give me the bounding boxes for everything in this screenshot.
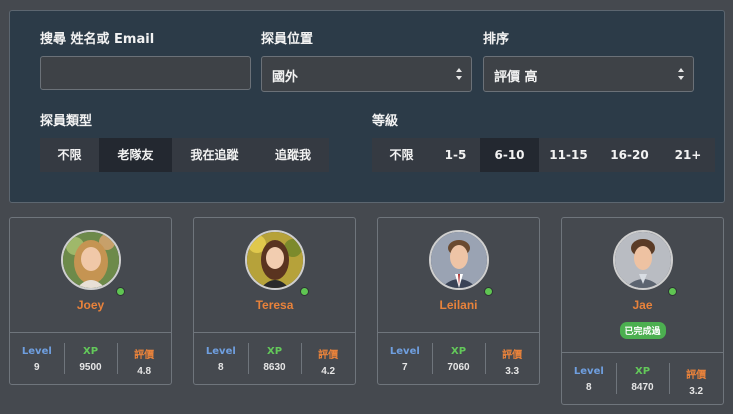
sort-select[interactable]: 評價 高 [483, 56, 694, 92]
xp-value: 8470 [631, 382, 654, 393]
level-option[interactable]: 1-5 [431, 138, 480, 172]
agent-type-option[interactable]: 老隊友 [99, 138, 172, 172]
xp-label: XP [82, 346, 99, 357]
location-label: 探員位置 [261, 32, 314, 47]
agent-stats: Level 9 XP 9500 評價 4.8 [10, 332, 171, 384]
online-status-icon [484, 287, 493, 296]
level-segmented: 不限 1-5 6-10 11-15 16-20 21+ [372, 138, 715, 172]
sort-select-value: 評價 高 [494, 70, 538, 85]
level-value: 7 [402, 362, 408, 373]
select-arrows-icon [678, 68, 684, 80]
agent-stats: Level 8 XP 8470 評價 3.2 [562, 352, 723, 404]
level-label: Level [205, 346, 236, 357]
level-option[interactable]: 16-20 [598, 138, 661, 172]
avatar [61, 230, 121, 290]
search-input[interactable] [40, 56, 251, 90]
level-label: Level [21, 346, 52, 357]
agent-name: Leilani [439, 298, 478, 312]
xp-value: 9500 [79, 362, 102, 373]
online-status-icon [668, 287, 677, 296]
level-label: 等級 [372, 114, 399, 129]
level-value: 8 [218, 362, 224, 373]
rating-value: 4.8 [137, 366, 152, 377]
rating-value: 3.2 [689, 386, 704, 397]
level-label: Level [573, 366, 604, 377]
location-select-value: 國外 [272, 70, 299, 85]
level-option[interactable]: 6-10 [480, 138, 539, 172]
completed-badge: 已完成過 [619, 322, 666, 339]
level-label: Level [389, 346, 420, 357]
location-select[interactable]: 國外 [261, 56, 472, 92]
agent-type-option[interactable]: 不限 [40, 138, 99, 172]
search-label: 搜尋 姓名或 Email [40, 32, 155, 47]
avatar [245, 230, 305, 290]
xp-label: XP [634, 366, 651, 377]
xp-value: 7060 [447, 362, 470, 373]
filter-panel: 搜尋 姓名或 Email 探員位置 國外 排序 評價 高 探員類型 不限 老隊友… [9, 10, 725, 203]
level-option[interactable]: 不限 [372, 138, 431, 172]
agent-name: Joey [76, 298, 105, 312]
xp-value: 8630 [263, 362, 286, 373]
agent-card[interactable]: Jae 已完成過 Level 8 XP 8470 評價 3.2 [561, 217, 724, 405]
agent-type-option[interactable]: 我在追蹤 [172, 138, 257, 172]
level-option[interactable]: 21+ [661, 138, 715, 172]
rating-label: 評價 [686, 370, 707, 381]
xp-label: XP [266, 346, 283, 357]
agent-type-segmented: 不限 老隊友 我在追蹤 追蹤我 [40, 138, 329, 172]
agent-stats: Level 8 XP 8630 評價 4.2 [194, 332, 355, 384]
agent-type-label: 探員類型 [40, 114, 93, 129]
rating-label: 評價 [134, 350, 155, 361]
online-status-icon [116, 287, 125, 296]
rating-value: 3.3 [505, 366, 520, 377]
rating-label: 評價 [318, 350, 339, 361]
agent-card[interactable]: Leilani Level 7 XP 7060 評價 3.3 [377, 217, 540, 385]
level-value: 8 [586, 382, 592, 393]
level-value: 9 [34, 362, 40, 373]
rating-label: 評價 [502, 350, 523, 361]
agent-name: Teresa [255, 298, 294, 312]
avatar [613, 230, 673, 290]
xp-label: XP [450, 346, 467, 357]
avatar [429, 230, 489, 290]
agent-name: Jae [632, 298, 653, 312]
online-status-icon [300, 287, 309, 296]
agent-card[interactable]: Joey Level 9 XP 9500 評價 4.8 [9, 217, 172, 385]
select-arrows-icon [456, 68, 462, 80]
sort-label: 排序 [483, 32, 510, 47]
agent-card[interactable]: Teresa Level 8 XP 8630 評價 4.2 [193, 217, 356, 385]
agent-type-option[interactable]: 追蹤我 [257, 138, 329, 172]
rating-value: 4.2 [321, 366, 336, 377]
agent-stats: Level 7 XP 7060 評價 3.3 [378, 332, 539, 384]
level-option[interactable]: 11-15 [539, 138, 598, 172]
